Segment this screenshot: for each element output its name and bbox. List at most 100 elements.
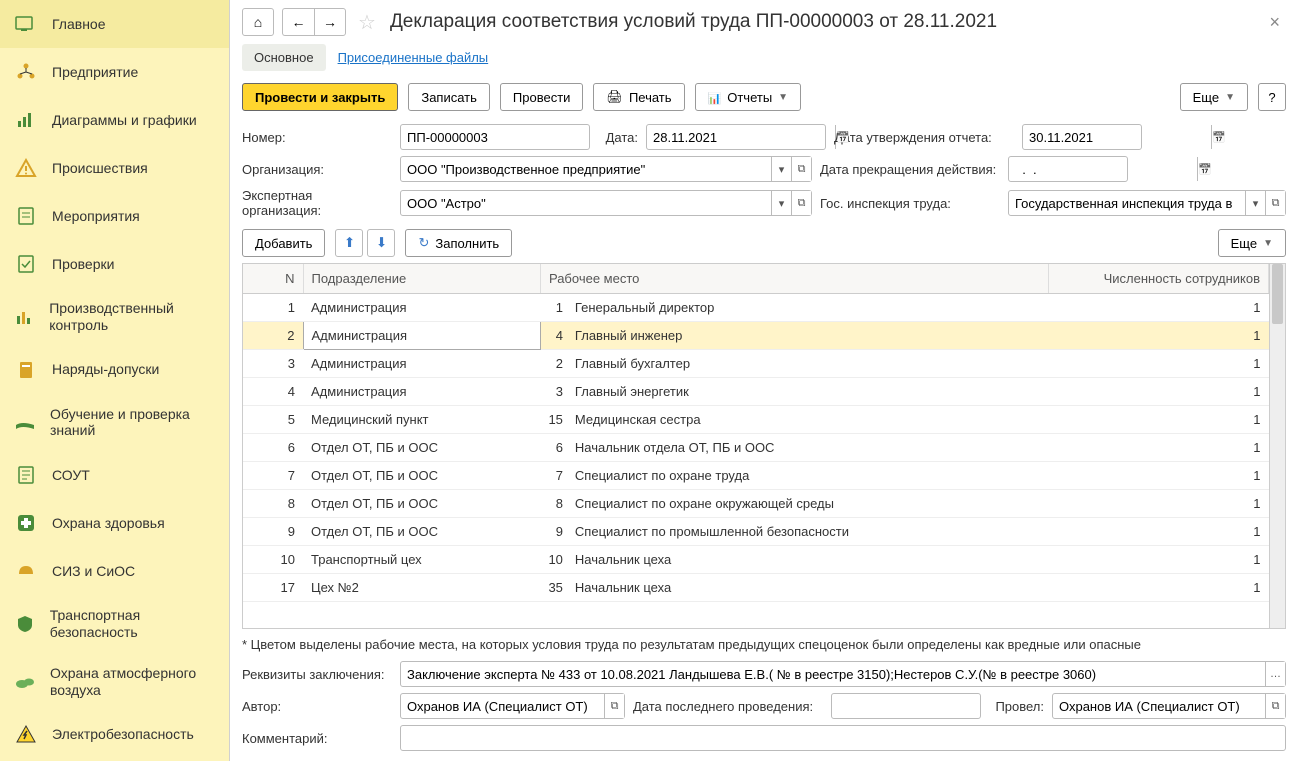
table-row[interactable]: 17Цех №235Начальник цеха1 bbox=[243, 574, 1269, 602]
cell-dept: Цех №2 bbox=[303, 574, 540, 602]
sidebar-item-chart[interactable]: Диаграммы и графики bbox=[0, 96, 229, 144]
conducted-input[interactable] bbox=[1053, 694, 1265, 718]
cell-count: 1 bbox=[1049, 518, 1269, 546]
sidebar-item-label: Наряды-допуски bbox=[52, 361, 159, 378]
home-button[interactable]: ⌂ bbox=[242, 8, 274, 36]
cell-dept: Отдел ОТ, ПБ и ООС bbox=[303, 434, 540, 462]
col-n[interactable]: N bbox=[243, 264, 303, 294]
move-down-button[interactable]: ⬇ bbox=[367, 229, 395, 257]
git-open-button[interactable] bbox=[1265, 191, 1285, 215]
sidebar-item-check[interactable]: Проверки bbox=[0, 240, 229, 288]
table-row[interactable]: 8Отдел ОТ, ПБ и ООС8Специалист по охране… bbox=[243, 490, 1269, 518]
sidebar-item-sout[interactable]: СОУТ bbox=[0, 451, 229, 499]
expert-dropdown-button[interactable]: ▾ bbox=[771, 191, 791, 215]
back-button[interactable]: ← bbox=[282, 8, 314, 36]
table-more-button[interactable]: Еще▼ bbox=[1218, 229, 1286, 257]
author-open-button[interactable] bbox=[604, 694, 624, 718]
number-input[interactable] bbox=[401, 125, 589, 149]
org-dropdown-button[interactable]: ▾ bbox=[771, 157, 791, 181]
sout-icon bbox=[14, 463, 38, 487]
add-button[interactable]: Добавить bbox=[242, 229, 325, 257]
sidebar-item-electro[interactable]: Электробезопасность bbox=[0, 710, 229, 758]
tab-main[interactable]: Основное bbox=[242, 44, 326, 71]
git-dropdown-button[interactable]: ▾ bbox=[1245, 191, 1265, 215]
cell-dept: Медицинский пункт bbox=[303, 406, 540, 434]
conducted-open-button[interactable] bbox=[1265, 694, 1285, 718]
print-button[interactable]: Печать bbox=[593, 83, 684, 111]
more-button[interactable]: Еще▼ bbox=[1180, 83, 1248, 111]
table-row[interactable]: 9Отдел ОТ, ПБ и ООС9Специалист по промыш… bbox=[243, 518, 1269, 546]
end-label: Дата прекращения действия: bbox=[820, 162, 1000, 177]
sidebar-item-event[interactable]: Мероприятия bbox=[0, 192, 229, 240]
cell-dept: Администрация bbox=[303, 294, 540, 322]
col-wp[interactable]: Рабочее место bbox=[540, 264, 1048, 294]
sidebar-item-org[interactable]: Предприятие bbox=[0, 48, 229, 96]
expert-open-button[interactable] bbox=[791, 191, 811, 215]
org-open-button[interactable] bbox=[791, 157, 811, 181]
cell-count: 1 bbox=[1049, 322, 1269, 350]
forward-button[interactable]: → bbox=[314, 8, 346, 36]
sidebar: ГлавноеПредприятиеДиаграммы и графикиПро… bbox=[0, 0, 230, 761]
save-button[interactable]: Записать bbox=[408, 83, 490, 111]
cell-dept: Администрация bbox=[303, 350, 540, 378]
sidebar-item-label: Производственный контроль bbox=[49, 300, 215, 334]
author-input[interactable] bbox=[401, 694, 604, 718]
req-open-button[interactable]: … bbox=[1265, 662, 1285, 686]
cell-wp: Главный инженер bbox=[567, 322, 1049, 350]
approve-calendar-button[interactable] bbox=[1211, 125, 1226, 149]
cell-dept: Транспортный цех bbox=[303, 546, 540, 574]
sidebar-item-health[interactable]: Охрана здоровья bbox=[0, 499, 229, 547]
cell-wp-n: 3 bbox=[540, 378, 566, 406]
col-dept[interactable]: Подразделение bbox=[303, 264, 540, 294]
scrollbar[interactable] bbox=[1269, 264, 1285, 628]
col-count[interactable]: Численность сотрудников bbox=[1049, 264, 1269, 294]
date-label: Дата: bbox=[598, 130, 638, 145]
cell-wp-n: 35 bbox=[540, 574, 566, 602]
fill-button[interactable]: ↻Заполнить bbox=[405, 229, 512, 257]
end-calendar-button[interactable] bbox=[1197, 157, 1212, 181]
tab-files[interactable]: Присоединенные файлы bbox=[326, 44, 501, 71]
sidebar-item-prodctl[interactable]: Производственный контроль bbox=[0, 288, 229, 346]
help-button[interactable]: ? bbox=[1258, 83, 1286, 111]
req-input[interactable] bbox=[401, 662, 1265, 686]
table-row[interactable]: 2Администрация4Главный инженер1 bbox=[243, 322, 1269, 350]
org-input[interactable] bbox=[401, 157, 771, 181]
sidebar-item-permit[interactable]: Наряды-допуски bbox=[0, 346, 229, 394]
cell-count: 1 bbox=[1049, 294, 1269, 322]
comment-input[interactable] bbox=[401, 726, 1285, 750]
post-and-close-button[interactable]: Провести и закрыть bbox=[242, 83, 398, 111]
cell-wp: Главный энергетик bbox=[567, 378, 1049, 406]
table-row[interactable]: 4Администрация3Главный энергетик1 bbox=[243, 378, 1269, 406]
sidebar-item-home[interactable]: Главное bbox=[0, 0, 229, 48]
table-row[interactable]: 6Отдел ОТ, ПБ и ООС6Начальник отдела ОТ,… bbox=[243, 434, 1269, 462]
cell-wp-n: 9 bbox=[540, 518, 566, 546]
table-row[interactable]: 7Отдел ОТ, ПБ и ООС7Специалист по охране… bbox=[243, 462, 1269, 490]
sidebar-item-transport[interactable]: Транспортная безопасность bbox=[0, 595, 229, 653]
table-row[interactable]: 5Медицинский пункт15Медицинская сестра1 bbox=[243, 406, 1269, 434]
favorite-icon[interactable]: ☆ bbox=[358, 10, 376, 35]
sidebar-item-label: Транспортная безопасность bbox=[50, 607, 215, 641]
cell-wp-n: 4 bbox=[540, 322, 566, 350]
table-row[interactable]: 3Администрация2Главный бухгалтер1 bbox=[243, 350, 1269, 378]
cell-n: 17 bbox=[243, 574, 303, 602]
table-row[interactable]: 1Администрация1Генеральный директор1 bbox=[243, 294, 1269, 322]
close-button[interactable]: × bbox=[1263, 12, 1286, 33]
end-input[interactable] bbox=[1009, 157, 1197, 181]
approve-input[interactable] bbox=[1023, 125, 1211, 149]
report-icon bbox=[708, 90, 722, 105]
sidebar-item-air[interactable]: Охрана атмосферного воздуха bbox=[0, 653, 229, 711]
workplaces-table[interactable]: N Подразделение Рабочее место Численност… bbox=[243, 264, 1269, 602]
cell-count: 1 bbox=[1049, 406, 1269, 434]
sidebar-item-edu[interactable]: Обучение и проверка знаний bbox=[0, 394, 229, 452]
post-button[interactable]: Провести bbox=[500, 83, 584, 111]
cell-count: 1 bbox=[1049, 350, 1269, 378]
move-up-button[interactable]: ⬆ bbox=[335, 229, 363, 257]
sidebar-item-label: Главное bbox=[52, 16, 106, 33]
date-input[interactable] bbox=[647, 125, 835, 149]
git-input[interactable] bbox=[1009, 191, 1245, 215]
table-row[interactable]: 10Транспортный цех10Начальник цеха1 bbox=[243, 546, 1269, 574]
reports-button[interactable]: Отчеты▼ bbox=[695, 83, 802, 111]
sidebar-item-warn[interactable]: Происшествия bbox=[0, 144, 229, 192]
expert-input[interactable] bbox=[401, 191, 771, 215]
sidebar-item-siz[interactable]: СИЗ и СиОС bbox=[0, 547, 229, 595]
